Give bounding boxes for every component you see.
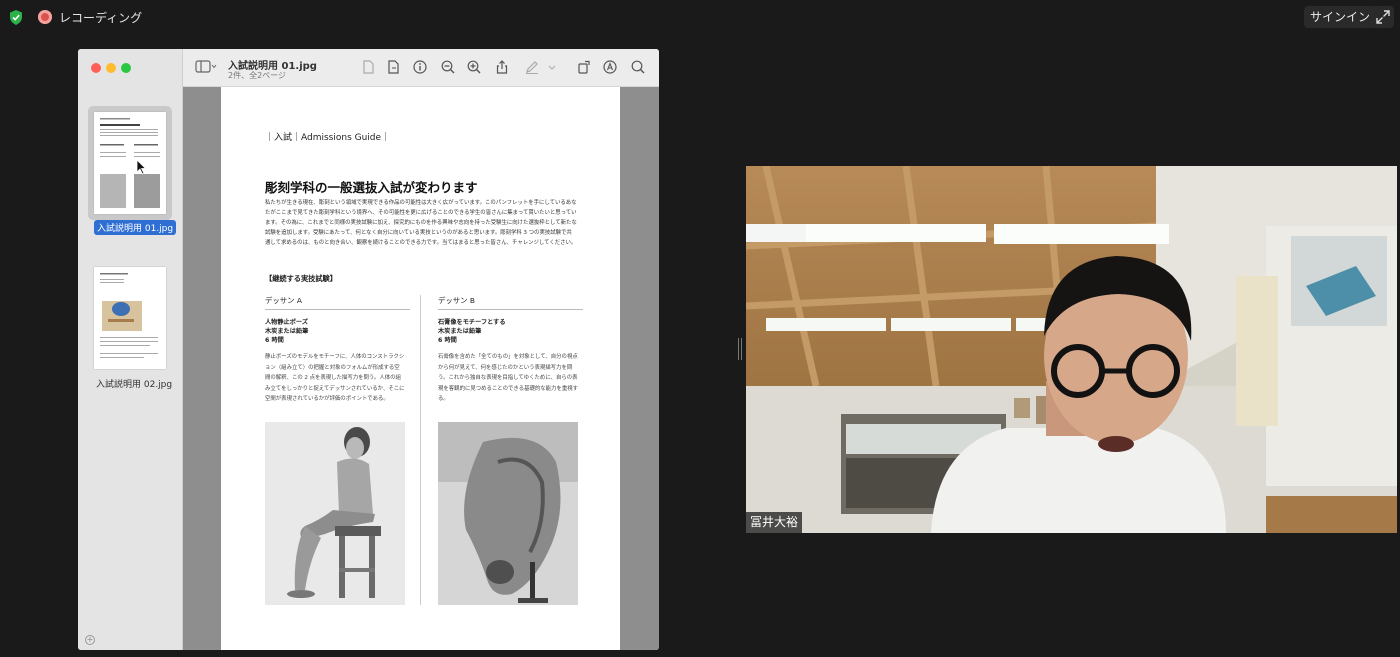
participant-name-tag: 冨井大裕 xyxy=(746,512,803,533)
zoom-out-icon[interactable] xyxy=(441,60,455,74)
thumbnail-page-2[interactable] xyxy=(94,267,166,369)
markup-pen-icon[interactable] xyxy=(525,60,539,74)
document-subtitle: 2件、全2ページ xyxy=(228,71,287,80)
document-page: ｜入試｜Admissions Guide｜ 彫刻学科の一般選抜入試が変わります … xyxy=(221,87,620,650)
admissions-guide-header: ｜入試｜Admissions Guide｜ xyxy=(265,133,391,143)
column-a-body: 静止ポーズのモデルをモチーフに、人体のコンストラクション（組み立て）の把握と対象… xyxy=(265,354,405,402)
column-b-theme-1: 石膏像をモチーフとする xyxy=(438,319,506,326)
column-b-theme-3: 6 時間 xyxy=(438,337,457,344)
sidebar-toggle-icon[interactable] xyxy=(195,60,217,74)
preview-toolbar: 入試説明用 01.jpg 2件、全2ページ xyxy=(183,49,659,87)
meeting-topbar: レコーディング サインイン xyxy=(0,0,1400,34)
column-a-theme-2: 木炭または鉛筆 xyxy=(265,328,309,335)
minimize-window-button[interactable] xyxy=(106,63,116,73)
thumbnail-label-1[interactable]: 入試説明用 01.jpg xyxy=(94,220,177,235)
column-a-theme-3: 6 時間 xyxy=(265,337,284,344)
column-a-theme-1: 人物静止ポーズ xyxy=(265,319,309,326)
splitter-handle[interactable] xyxy=(738,338,742,360)
markup-dropdown-icon[interactable] xyxy=(545,60,559,74)
thumbnail-label-2[interactable]: 入試説明用 02.jpg xyxy=(96,377,172,390)
thumbnail-page-2-preview xyxy=(100,273,158,358)
column-b-rule xyxy=(438,309,583,310)
thumbnail-sidebar: 入試説明用 01.jpg 入試説明用 02.jpg + xyxy=(78,49,183,650)
share-icon[interactable] xyxy=(495,60,509,74)
add-page-icon[interactable]: + xyxy=(85,635,95,645)
fullscreen-icon[interactable] xyxy=(1372,6,1394,28)
page-title: 彫刻学科の一般選抜入試が変わります xyxy=(265,180,478,195)
column-b-theme-2: 木炭または鉛筆 xyxy=(438,328,482,335)
plaster-horse-head-sketch xyxy=(438,422,578,605)
column-a-heading: デッサン A xyxy=(265,296,302,305)
column-divider xyxy=(420,295,421,605)
participant-video[interactable]: 冨井大裕 xyxy=(746,166,1397,533)
page-info-icon[interactable] xyxy=(386,60,400,74)
annotate-icon[interactable] xyxy=(603,60,617,74)
column-a-rule xyxy=(265,309,410,310)
video-frame xyxy=(746,166,1397,533)
figure-drawing-sketch xyxy=(265,422,405,605)
mouse-cursor-icon xyxy=(136,159,146,175)
document-page-icon[interactable] xyxy=(361,60,375,74)
search-icon[interactable] xyxy=(631,60,645,74)
rotate-icon[interactable] xyxy=(577,60,591,74)
thumbnail-page-1[interactable] xyxy=(94,112,166,214)
section-heading: 【継続する実技試験】 xyxy=(265,274,337,283)
document-viewer[interactable]: ｜入試｜Admissions Guide｜ 彫刻学科の一般選抜入試が変わります … xyxy=(183,87,659,650)
zoom-in-icon[interactable] xyxy=(467,60,481,74)
zoom-window-button[interactable] xyxy=(121,63,131,73)
intro-paragraph: 私たちが生きる現在、彫刻という領域で実現できる作品の可能性は大きく広がっています… xyxy=(265,200,577,246)
close-window-button[interactable] xyxy=(91,63,101,73)
column-b-body: 石膏像を含めた「全てのもの」を対象として、自分の視点から何が見えて、何を感じたの… xyxy=(438,354,578,402)
column-b-heading: デッサン B xyxy=(438,296,475,305)
recording-icon[interactable] xyxy=(38,10,52,24)
info-icon[interactable] xyxy=(413,60,427,74)
preview-window: 入試説明用 01.jpg 入試説明用 02.jpg + 入試説明用 01.jpg… xyxy=(78,49,659,650)
security-shield-icon[interactable] xyxy=(9,10,23,25)
recording-label[interactable]: レコーディング xyxy=(59,9,142,26)
signin-button[interactable]: サインイン xyxy=(1304,6,1377,28)
thumbnail-page-1-preview xyxy=(100,118,160,208)
